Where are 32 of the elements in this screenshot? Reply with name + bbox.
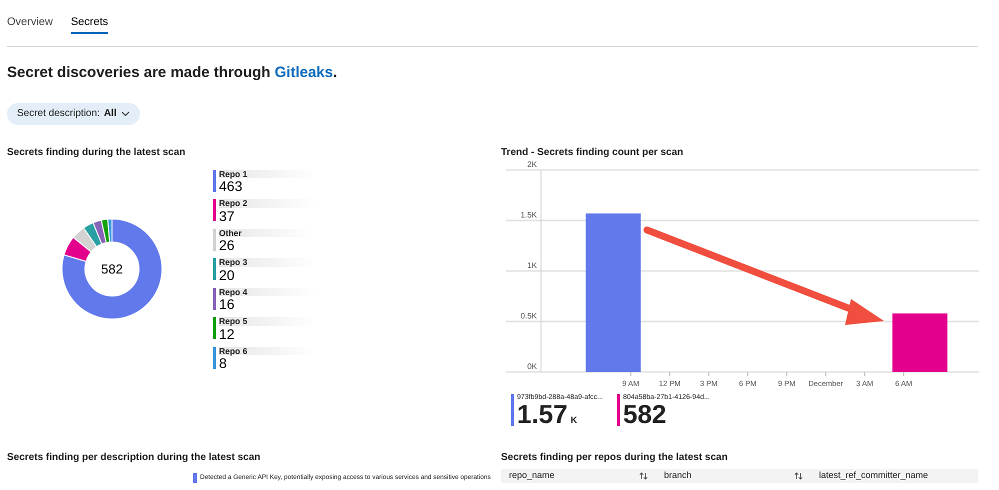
y-tick-label: 1.5K (520, 210, 537, 219)
y-tick-label: 0K (527, 362, 537, 370)
tab[interactable]: Secrets (70, 12, 108, 34)
section-title: Secrets finding during the latest scan (7, 146, 186, 160)
tab[interactable]: Overview (7, 12, 53, 34)
y-tick-label: 1K (527, 260, 537, 270)
legend-value: 8 (219, 356, 227, 370)
filter-pill[interactable]: Secret description: All (7, 102, 140, 124)
chevron-icon (120, 110, 130, 116)
legend-value: 582 (623, 400, 666, 426)
donut-total: 582 (101, 260, 123, 278)
section-title: Trend - Secrets finding count per scan (501, 146, 684, 160)
column-header[interactable]: branch (656, 468, 811, 482)
legend-value: 16 (219, 297, 235, 311)
legend-value: 20 (219, 268, 235, 282)
legend-value: 463 (219, 179, 244, 193)
section-title: Secrets finding per description during the latest scan (7, 450, 262, 464)
legend-value: 26 (219, 238, 236, 252)
column-header[interactable]: repo_name (501, 468, 656, 482)
legend-value: 37 (219, 208, 235, 222)
legend-value: 1.57 (517, 400, 568, 426)
column-header[interactable]: latest_ref_committer_name (811, 468, 978, 482)
gitleaks-link[interactable]: Gitleaks (274, 64, 333, 81)
legend-swatch (617, 394, 620, 426)
legend-swatch (511, 394, 514, 426)
legend-unit: K (570, 416, 578, 424)
y-tick-label: 2K (527, 160, 537, 168)
trend-bar (892, 312, 948, 372)
section-title: Secrets finding per repos during the latest scan (501, 450, 729, 464)
y-tick-label: 0.5K (520, 311, 537, 320)
intro-text: Secret discoveries are made through Gitleaks. (7, 63, 338, 83)
legend-value: 12 (219, 326, 235, 340)
